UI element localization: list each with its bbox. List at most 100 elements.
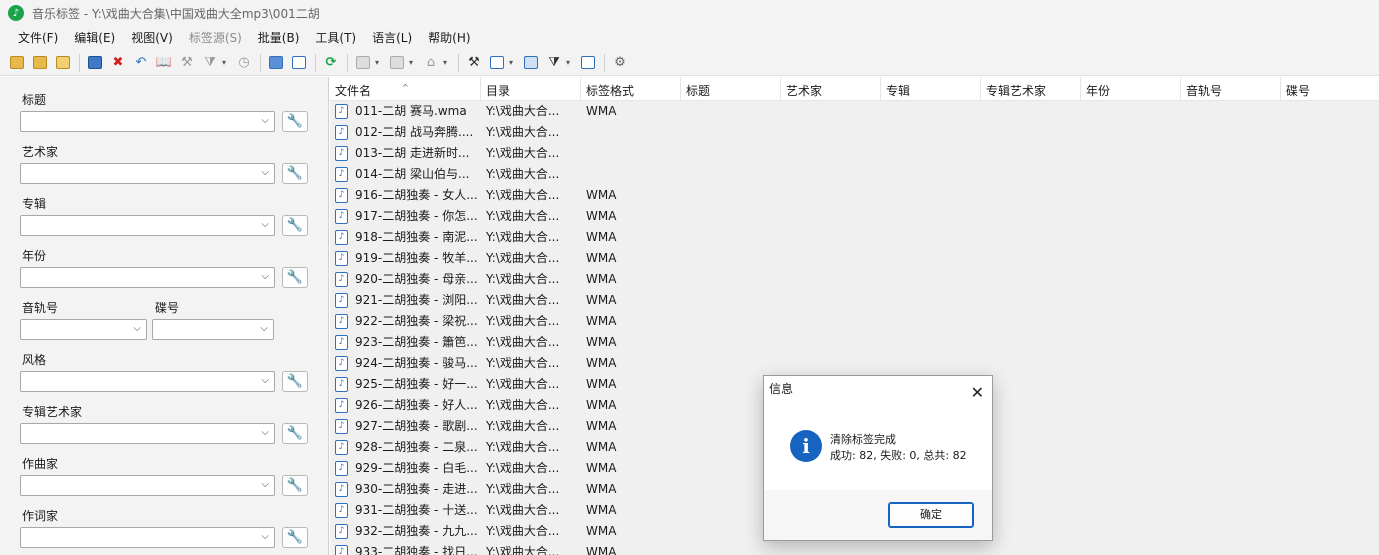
undo-icon[interactable]: ↶ bbox=[130, 53, 152, 73]
window-title: 音乐标签 - Y:\戏曲大合集\中国戏曲大全mp3\001二胡 bbox=[32, 6, 320, 21]
table-row[interactable]: ♪ 012-二胡 战马奔腾.... Y:\戏曲大合... bbox=[330, 122, 1379, 143]
filter-dropdown-icon[interactable]: ▾ bbox=[222, 58, 230, 67]
filter-icon[interactable]: ⧩ bbox=[199, 53, 221, 73]
table-row[interactable]: ♪ 918-二胡独奏 - 南泥... Y:\戏曲大合... WMA bbox=[330, 227, 1379, 248]
table-row[interactable]: ♪ 919-二胡独奏 - 牧羊... Y:\戏曲大合... WMA bbox=[330, 248, 1379, 269]
table-row[interactable]: ♪ 923-二胡独奏 - 簫笆... Y:\戏曲大合... WMA bbox=[330, 332, 1379, 353]
row-filename: ♪ 924-二胡独奏 - 骏马... bbox=[335, 353, 483, 374]
lyricist-action-button[interactable]: 🔧 bbox=[282, 527, 308, 548]
read-book-icon[interactable]: 📖 bbox=[153, 53, 175, 73]
column-header-year[interactable]: 年份 bbox=[1081, 77, 1181, 101]
composer-field[interactable]: ⌵ bbox=[20, 475, 275, 496]
tag-icon[interactable]: ⌂ bbox=[420, 53, 442, 73]
add-folder-icon[interactable] bbox=[29, 53, 51, 73]
refresh-icon[interactable]: ⟳ bbox=[320, 53, 342, 73]
title-bar: ♪ 音乐标签 - Y:\戏曲大合集\中国戏曲大全mp3\001二胡 bbox=[0, 0, 1379, 26]
save-icon[interactable] bbox=[84, 53, 106, 73]
audio-file-icon: ♪ bbox=[335, 314, 348, 329]
row-tag-format: WMA bbox=[586, 356, 617, 370]
row-tag-format: WMA bbox=[586, 398, 617, 412]
frame-icon[interactable] bbox=[577, 53, 599, 73]
menu-help[interactable]: 帮助(H) bbox=[420, 26, 478, 50]
column-header-track[interactable]: 音轨号 bbox=[1181, 77, 1281, 101]
column-header-disc[interactable]: 碟号 bbox=[1281, 77, 1379, 101]
title-action-button[interactable]: 🔧 bbox=[282, 111, 308, 132]
table-row[interactable]: ♪ 014-二胡 梁山伯与... Y:\戏曲大合... bbox=[330, 164, 1379, 185]
disc-field[interactable]: ⌵ bbox=[152, 319, 274, 340]
album-action-button[interactable]: 🔧 bbox=[282, 215, 308, 236]
doc-dropdown-icon[interactable]: ▾ bbox=[375, 58, 383, 67]
ok-button[interactable]: 确定 bbox=[888, 502, 974, 528]
menu-view[interactable]: 视图(V) bbox=[123, 26, 181, 50]
column-header-tag-format[interactable]: 标签格式 bbox=[581, 77, 681, 101]
table-row[interactable]: ♪ 917-二胡独奏 - 你怎... Y:\戏曲大合... WMA bbox=[330, 206, 1379, 227]
wrench-icon: 🔧 bbox=[286, 114, 304, 129]
year-field[interactable]: ⌵ bbox=[20, 267, 275, 288]
row-tag-format bbox=[586, 122, 684, 143]
abc-dropdown-icon[interactable]: ▾ bbox=[409, 58, 417, 67]
genre-field[interactable]: ⌵ bbox=[20, 371, 275, 392]
menu-tools[interactable]: 工具(T) bbox=[307, 26, 364, 50]
table-view-icon[interactable] bbox=[288, 53, 310, 73]
abc-icon[interactable] bbox=[386, 53, 408, 73]
table-row[interactable]: ♪ 924-二胡独奏 - 骏马... Y:\戏曲大合... WMA bbox=[330, 353, 1379, 374]
column-header-filename[interactable]: 文件名 ^ bbox=[330, 77, 481, 101]
audio-file-icon: ♪ bbox=[335, 377, 348, 392]
panel-splitter[interactable] bbox=[328, 77, 329, 555]
copy-icon[interactable] bbox=[486, 53, 508, 73]
grid-view-icon[interactable] bbox=[265, 53, 287, 73]
tag-dropdown-icon[interactable]: ▾ bbox=[443, 58, 451, 67]
column-header-directory[interactable]: 目录 bbox=[481, 77, 581, 101]
table-row[interactable]: ♪ 933-二胡独奏 - 找日... Y:\戏曲大合... WMA bbox=[330, 542, 1379, 555]
year-label: 年份 bbox=[22, 249, 47, 263]
artist-action-button[interactable]: 🔧 bbox=[282, 163, 308, 184]
open-folder-icon[interactable] bbox=[6, 53, 28, 73]
album-artist-action-button[interactable]: 🔧 bbox=[282, 423, 308, 444]
table-row[interactable]: ♪ 916-二胡独奏 - 女人... Y:\戏曲大合... WMA bbox=[330, 185, 1379, 206]
row-directory: Y:\戏曲大合... bbox=[486, 503, 560, 517]
info-dialog: 信息 ✕ i 清除标签完成 成功: 82, 失败: 0, 总共: 82 确定 bbox=[763, 375, 993, 541]
genre-action-button[interactable]: 🔧 bbox=[282, 371, 308, 392]
column-header-album-artist[interactable]: 专辑艺术家 bbox=[981, 77, 1081, 101]
batch-icon[interactable]: ⧩ bbox=[543, 53, 565, 73]
menu-tag-source[interactable]: 标签源(S) bbox=[181, 26, 250, 50]
table-row[interactable]: ♪ 011-二胡 赛马.wma Y:\戏曲大合... WMA bbox=[330, 101, 1379, 122]
menu-language[interactable]: 语言(L) bbox=[364, 26, 420, 50]
track-field[interactable]: ⌵ bbox=[20, 319, 147, 340]
table-row[interactable]: ♪ 922-二胡独奏 - 梁祝... Y:\戏曲大合... WMA bbox=[330, 311, 1379, 332]
lyricist-field[interactable]: ⌵ bbox=[20, 527, 275, 548]
wrench-icon: 🔧 bbox=[286, 530, 304, 545]
table-row[interactable]: ♪ 921-二胡独奏 - 浏阳... Y:\戏曲大合... WMA bbox=[330, 290, 1379, 311]
menu-file[interactable]: 文件(F) bbox=[10, 26, 66, 50]
column-header-album[interactable]: 专辑 bbox=[881, 77, 981, 101]
row-directory: Y:\戏曲大合... bbox=[486, 482, 560, 496]
row-tag-format: WMA bbox=[586, 230, 617, 244]
title-field[interactable]: ⌵ bbox=[20, 111, 275, 132]
clock-icon[interactable]: ◷ bbox=[233, 53, 255, 73]
row-tag-format: WMA bbox=[586, 188, 617, 202]
row-filename: ♪ 933-二胡独奏 - 找日... bbox=[335, 542, 483, 555]
wand-icon[interactable]: ⚒ bbox=[463, 53, 485, 73]
export-icon[interactable] bbox=[520, 53, 542, 73]
album-field[interactable]: ⌵ bbox=[20, 215, 275, 236]
batch-dropdown-icon[interactable]: ▾ bbox=[566, 58, 574, 67]
row-tag-format: WMA bbox=[586, 335, 617, 349]
menu-edit[interactable]: 编辑(E) bbox=[66, 26, 123, 50]
year-action-button[interactable]: 🔧 bbox=[282, 267, 308, 288]
menu-batch[interactable]: 批量(B) bbox=[250, 26, 308, 50]
row-directory: Y:\戏曲大合... bbox=[486, 398, 560, 412]
chevron-down-icon: ⌵ bbox=[261, 271, 269, 282]
composer-action-button[interactable]: 🔧 bbox=[282, 475, 308, 496]
column-header-artist[interactable]: 艺术家 bbox=[781, 77, 881, 101]
doc-icon[interactable] bbox=[352, 53, 374, 73]
settings-icon[interactable]: ⚙ bbox=[609, 53, 631, 73]
column-header-title[interactable]: 标题 bbox=[681, 77, 781, 101]
copy-dropdown-icon[interactable]: ▾ bbox=[509, 58, 517, 67]
table-row[interactable]: ♪ 013-二胡 走进新时... Y:\戏曲大合... bbox=[330, 143, 1379, 164]
tools-icon[interactable]: ⚒ bbox=[176, 53, 198, 73]
table-row[interactable]: ♪ 920-二胡独奏 - 母亲... Y:\戏曲大合... WMA bbox=[330, 269, 1379, 290]
album-artist-field[interactable]: ⌵ bbox=[20, 423, 275, 444]
add-files-icon[interactable] bbox=[52, 53, 74, 73]
artist-field[interactable]: ⌵ bbox=[20, 163, 275, 184]
delete-tag-icon[interactable]: ✖ bbox=[107, 53, 129, 73]
